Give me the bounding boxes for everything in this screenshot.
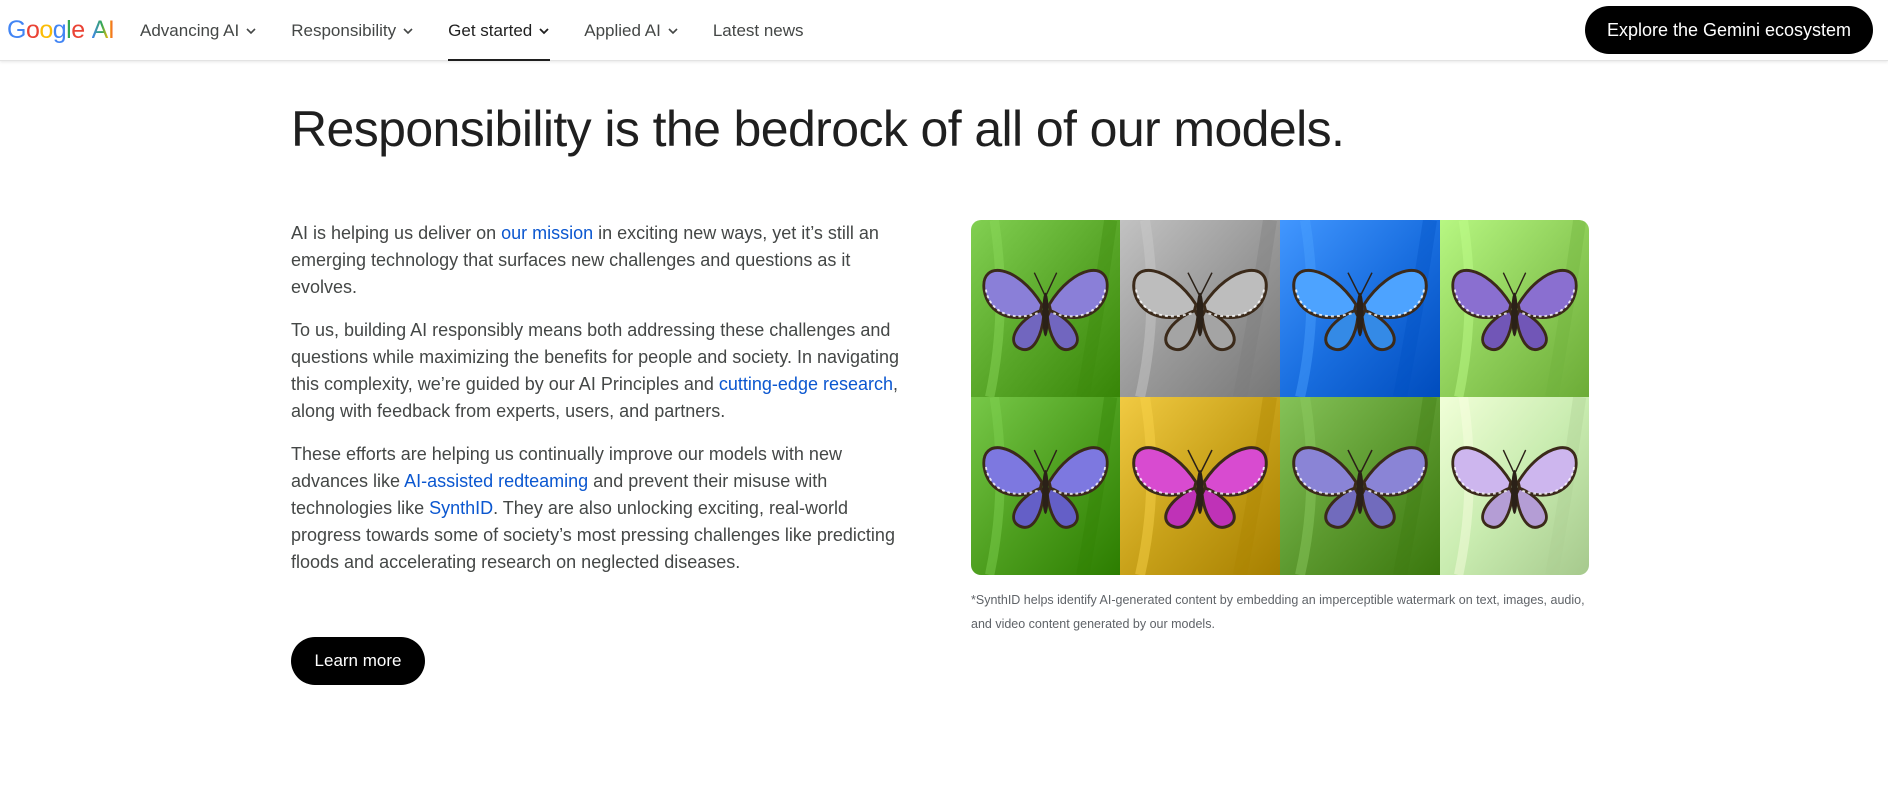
image-tile-butterfly-faded xyxy=(1440,397,1589,575)
butterfly-image xyxy=(1120,397,1280,575)
chevron-down-icon xyxy=(539,27,549,34)
synthid-link[interactable]: SynthID xyxy=(429,498,493,518)
our-mission-link[interactable]: our mission xyxy=(501,223,593,243)
chevron-down-icon xyxy=(246,27,256,34)
chevron-down-icon xyxy=(403,27,413,34)
butterfly-image xyxy=(1280,220,1440,397)
logo-ai: AI xyxy=(91,15,115,44)
image-tile-butterfly-yellow-magenta xyxy=(1120,397,1280,575)
chevron-down-icon xyxy=(668,27,678,34)
paragraph-mission: AI is helping us deliver on our mission … xyxy=(291,220,913,301)
nav-label: Applied AI xyxy=(584,20,661,40)
page-headline: Responsibility is the bedrock of all of … xyxy=(291,101,1345,157)
image-tile-butterfly-textured-green xyxy=(1280,397,1440,575)
text: AI is helping us deliver on xyxy=(291,223,502,243)
explore-gemini-button[interactable]: Explore the Gemini ecosystem xyxy=(1585,6,1873,54)
butterfly-image xyxy=(1440,220,1589,397)
image-tile-butterfly-blue xyxy=(1280,220,1440,397)
nav-item-applied-ai[interactable]: Applied AI xyxy=(584,0,679,61)
top-navigation-bar: Google AI Advancing AI Responsibility Ge… xyxy=(0,0,1888,61)
logo-wordmark: Google xyxy=(7,15,85,44)
image-caption: *SynthID helps identify AI-generated con… xyxy=(971,593,1585,631)
paragraph-efforts: These efforts are helping us continually… xyxy=(291,441,913,576)
learn-more-button[interactable]: Learn more xyxy=(291,637,425,685)
nav-label: Advancing AI xyxy=(140,20,240,40)
synthid-butterfly-image-grid xyxy=(971,220,1589,575)
image-tile-butterfly-green-2 xyxy=(971,397,1120,575)
paragraph-responsibility: To us, building AI responsibly means bot… xyxy=(291,317,913,425)
nav-item-get-started[interactable]: Get started xyxy=(448,0,551,61)
ai-assisted-redteaming-link[interactable]: AI-assisted redteaming xyxy=(404,471,588,491)
nav-label: Latest news xyxy=(712,20,804,40)
butterfly-image xyxy=(1120,220,1280,397)
image-tile-butterfly-green xyxy=(971,220,1120,397)
butterfly-image xyxy=(971,220,1120,397)
cutting-edge-research-link[interactable]: cutting-edge research xyxy=(719,374,893,394)
nav-label: Get started xyxy=(448,20,533,40)
butterfly-image xyxy=(971,397,1120,575)
butterfly-image xyxy=(1440,397,1589,575)
image-tile-butterfly-grayscale xyxy=(1120,220,1280,397)
body-copy: AI is helping us deliver on our mission … xyxy=(291,220,913,592)
nav-item-latest-news[interactable]: Latest news xyxy=(713,0,804,61)
image-tile-butterfly-pale-green xyxy=(1440,220,1589,397)
nav-label: Responsibility xyxy=(291,20,397,40)
nav-item-responsibility[interactable]: Responsibility xyxy=(291,0,414,61)
google-ai-logo[interactable]: Google AI xyxy=(7,14,115,46)
butterfly-image xyxy=(1280,397,1440,575)
nav-item-advancing-ai[interactable]: Advancing AI xyxy=(140,0,257,61)
main-nav: Advancing AI Responsibility Get started … xyxy=(140,0,838,61)
